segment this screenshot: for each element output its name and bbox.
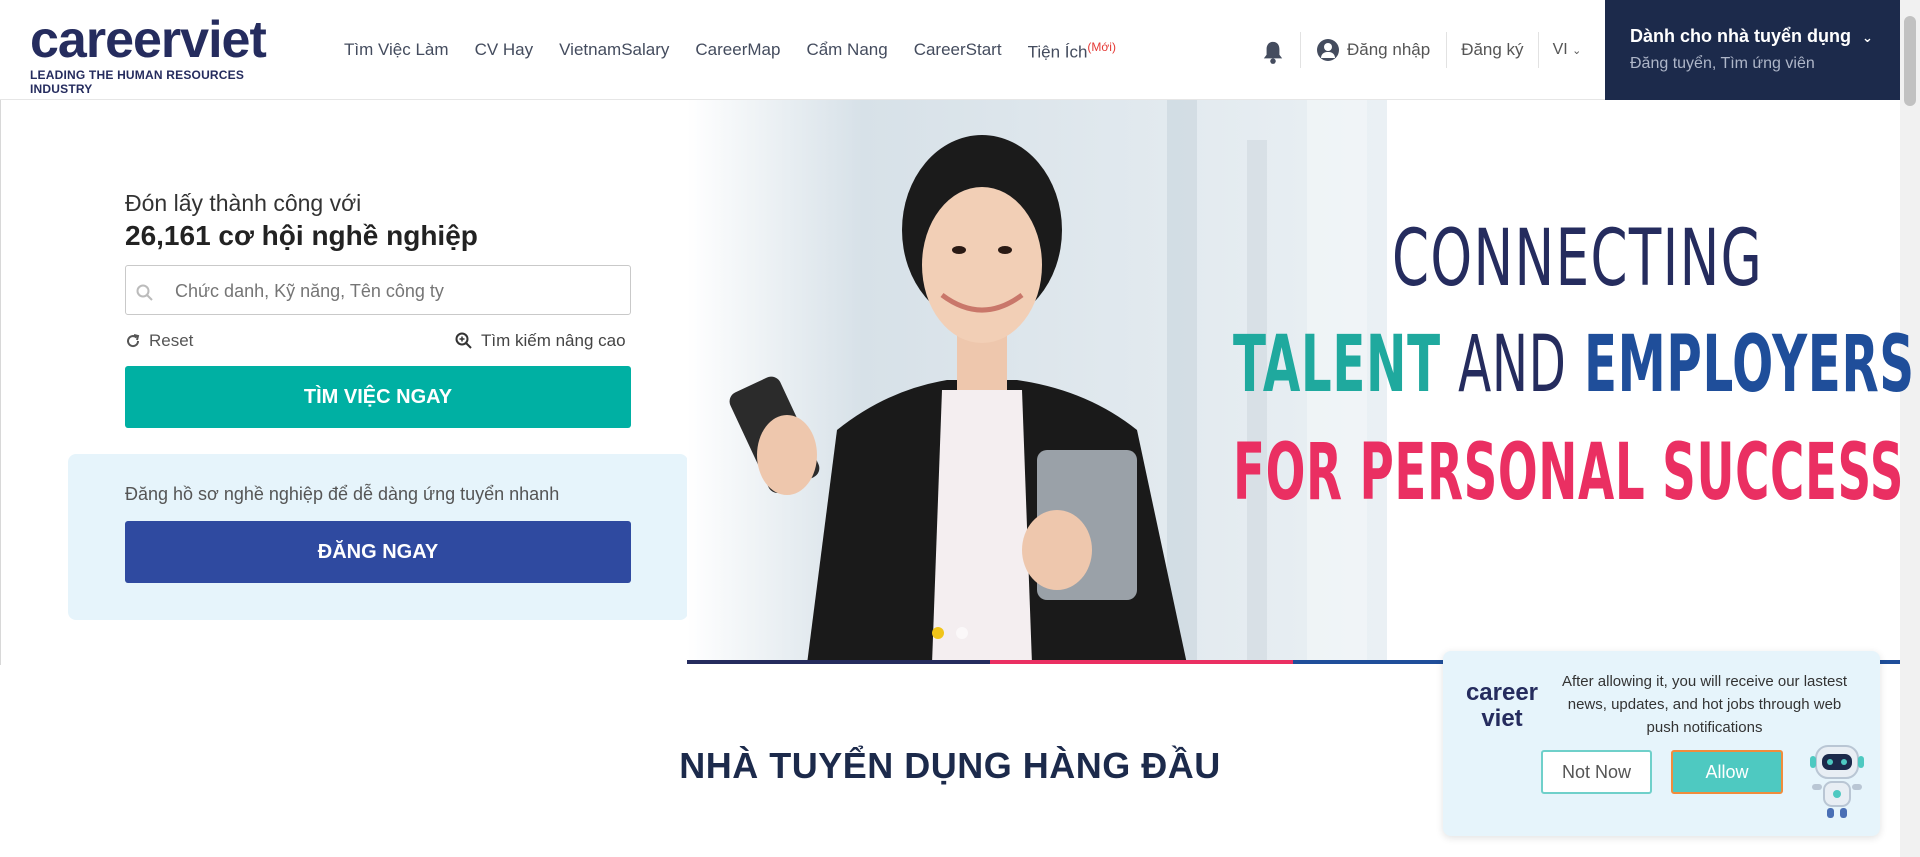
carousel-dot[interactable]: [956, 627, 968, 639]
hero-job-count: 26,161 cơ hội nghề nghiệp: [125, 220, 478, 251]
find-jobs-button[interactable]: TÌM VIỆC NGAY: [125, 366, 631, 428]
reset-label: Reset: [149, 331, 194, 350]
logo-tagline: LEADING THE HUMAN RESOURCES INDUSTRY: [30, 68, 245, 96]
scrollbar-thumb[interactable]: [1904, 16, 1916, 106]
banner-and: AND: [1458, 320, 1567, 410]
notification-logo-line2: viet: [1481, 705, 1523, 732]
nav-vietnamsalary[interactable]: VietnamSalary: [559, 40, 669, 63]
reset-icon: [127, 334, 140, 348]
divider: [0, 100, 1, 665]
careerviet-logo[interactable]: careerviet LEADING THE HUMAN RESOURCES I…: [30, 11, 305, 96]
employer-menu[interactable]: Dành cho nhà tuyển dụng ⌄ Đăng tuyển, Tì…: [1605, 0, 1900, 100]
reset-button[interactable]: Reset: [125, 331, 193, 351]
employer-subtitle: Đăng tuyển, Tìm ứng viên: [1630, 55, 1815, 72]
banner-employers: EMPLOYERS: [1583, 320, 1915, 410]
banner-personal-success: FOR PERSONAL SUCCESS: [1233, 428, 1905, 518]
not-now-button[interactable]: Not Now: [1541, 750, 1652, 794]
account-area: Đăng nhập Đăng ký VI ⌄: [1300, 30, 1595, 70]
register-prompt: Đăng hồ sơ nghề nghiệp để dễ dàng ứng tu…: [125, 484, 560, 504]
advanced-search-label: Tìm kiếm nâng cao: [481, 331, 626, 350]
banner-progress-segment: [687, 660, 990, 664]
magnifier-plus-icon: [455, 332, 472, 349]
chevron-down-icon: ⌄: [1862, 30, 1873, 45]
nav-tien-ich[interactable]: Tiện Ích(Mới): [1028, 40, 1116, 63]
hero-headline: Đón lấy thành công với: [125, 190, 362, 216]
banner-progress-segment: [990, 660, 1293, 664]
register-link[interactable]: Đăng ký: [1447, 40, 1537, 60]
employer-title: Dành cho nhà tuyển dụng ⌄: [1630, 26, 1900, 47]
advanced-search-link[interactable]: Tìm kiếm nâng cao: [455, 331, 626, 351]
job-search-input[interactable]: [175, 278, 615, 304]
register-now-button[interactable]: ĐĂNG NGAY: [125, 521, 631, 583]
new-badge: (Mới): [1087, 40, 1116, 54]
language-select[interactable]: VI ⌄: [1539, 41, 1596, 59]
main-nav: Tìm Việc Làm CV Hay VietnamSalary Career…: [344, 40, 1142, 63]
nav-cam-nang[interactable]: Cẩm Nang: [806, 40, 887, 63]
notification-message: After allowing it, you will receive our …: [1561, 673, 1848, 736]
chevron-down-icon: ⌄: [1572, 45, 1582, 57]
banner-talent: TALENT: [1233, 320, 1441, 410]
employer-title-label: Dành cho nhà tuyển dụng: [1630, 26, 1851, 46]
notification-logo: career viet: [1462, 680, 1542, 732]
bell-icon[interactable]: [1262, 40, 1284, 64]
nav-tim-viec-lam[interactable]: Tìm Việc Làm: [344, 40, 449, 63]
logo-wordmark: careerviet: [30, 11, 267, 69]
banner-talent-employers: TALENT AND EMPLOYERS: [1233, 320, 1915, 410]
robot-mascot: [1810, 745, 1864, 818]
nav-tien-ich-label: Tiện Ích: [1027, 42, 1088, 62]
nav-careerstart[interactable]: CareerStart: [914, 40, 1002, 63]
notification-logo-line1: career: [1465, 679, 1539, 706]
nav-cv-hay[interactable]: CV Hay: [475, 40, 534, 63]
carousel-dot-active[interactable]: [932, 627, 944, 639]
banner-connecting: CONNECTING: [1392, 214, 1764, 304]
login-link[interactable]: Đăng nhập: [1301, 39, 1446, 61]
site-header: careerviet LEADING THE HUMAN RESOURCES I…: [0, 0, 1920, 100]
login-label: Đăng nhập: [1347, 40, 1431, 59]
nav-careermap[interactable]: CareerMap: [695, 40, 780, 63]
language-label: VI: [1552, 41, 1568, 58]
user-icon: [1317, 39, 1339, 61]
search-icon: [136, 284, 153, 301]
allow-button[interactable]: Allow: [1671, 750, 1783, 794]
